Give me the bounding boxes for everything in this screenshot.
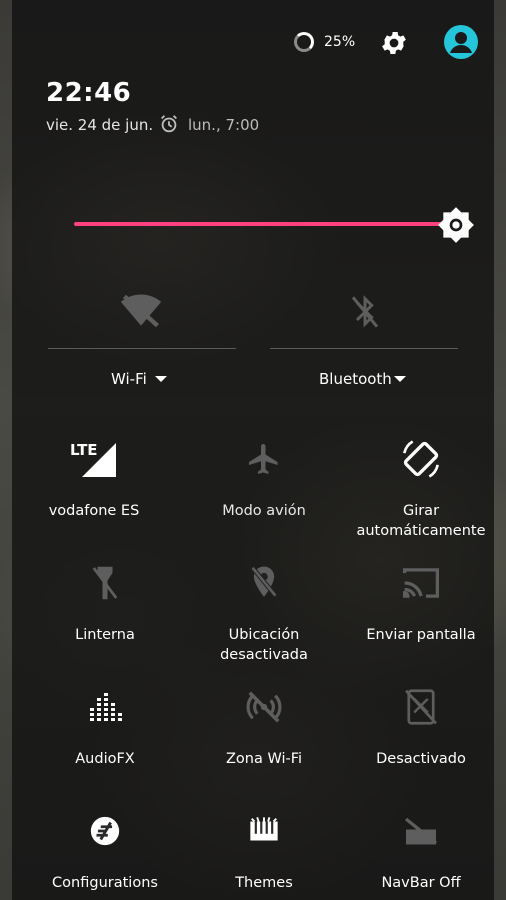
wifi-dropdown-chevron-icon[interactable] xyxy=(155,376,167,382)
flashlight-off-icon xyxy=(30,563,180,603)
brightness-slider-track[interactable] xyxy=(74,222,452,226)
lte-badge: LTE xyxy=(70,441,98,459)
tile-label: Girar automáticamente xyxy=(356,503,486,539)
battery-ring-icon xyxy=(294,32,314,52)
tile-flashlight[interactable]: Linterna xyxy=(30,563,180,645)
bluetooth-off-icon[interactable] xyxy=(349,292,381,336)
tile-label: NavBar Off xyxy=(381,875,461,891)
settings-gear-icon[interactable] xyxy=(379,28,409,62)
lte-signal-icon: LTE xyxy=(19,439,169,479)
themes-icon xyxy=(189,811,339,851)
tile-label: AudioFX xyxy=(75,751,135,767)
bluetooth-divider xyxy=(270,348,458,349)
tile-airplane-mode[interactable]: Modo avión xyxy=(189,439,339,521)
tile-configurations[interactable]: Configurations xyxy=(30,811,180,893)
tile-label: Configurations xyxy=(52,875,158,891)
date-text[interactable]: vie. 24 de jun. xyxy=(46,116,153,134)
next-alarm-text[interactable]: lun., 7:00 xyxy=(188,116,259,134)
tile-label: Ubicación desactivada xyxy=(220,627,308,663)
airplane-icon xyxy=(189,439,339,479)
clock-time[interactable]: 22:46 xyxy=(46,78,131,108)
auto-rotate-icon xyxy=(346,439,496,479)
tile-mobile-data[interactable]: LTE vodafone ES xyxy=(19,439,169,521)
tile-label: Zona Wi-Fi xyxy=(225,751,303,767)
brightness-thumb-icon[interactable] xyxy=(437,206,475,248)
tile-audiofx[interactable]: AudioFX xyxy=(30,687,180,769)
location-off-icon xyxy=(189,563,339,603)
tile-hotspot[interactable]: Zona Wi-Fi xyxy=(189,687,339,769)
tile-label: Linterna xyxy=(75,627,135,643)
hotspot-off-icon xyxy=(189,687,339,727)
cast-icon xyxy=(346,563,496,603)
bluetooth-label[interactable]: Bluetooth xyxy=(319,370,392,388)
equalizer-icon xyxy=(30,687,180,727)
tile-auto-rotate[interactable]: Girar automáticamente xyxy=(346,439,496,541)
tile-label: Modo avión xyxy=(222,503,306,519)
tile-navbar[interactable]: NavBar Off xyxy=(346,811,496,893)
tile-label: Enviar pantalla xyxy=(366,627,476,643)
tile-themes[interactable]: Themes xyxy=(189,811,339,893)
bluetooth-dropdown-chevron-icon[interactable] xyxy=(394,376,406,382)
tile-label: vodafone ES xyxy=(48,503,140,519)
configurations-icon xyxy=(30,811,180,851)
screen-off-icon xyxy=(346,687,496,727)
tile-label: Desactivado xyxy=(376,751,466,767)
quick-settings-panel: 25% 22:46 vie. 24 de jun. lun., 7:00 Wi-… xyxy=(12,0,494,900)
wifi-divider xyxy=(48,348,236,349)
wifi-off-icon[interactable] xyxy=(119,292,163,334)
tile-cast-screen[interactable]: Enviar pantalla xyxy=(346,563,496,645)
alarm-icon xyxy=(158,113,180,139)
tile-screen-off[interactable]: Desactivado xyxy=(346,687,496,769)
battery-percent: 25% xyxy=(324,34,356,50)
tile-location[interactable]: Ubicación desactivada xyxy=(189,563,339,665)
wifi-label[interactable]: Wi-Fi xyxy=(111,370,147,388)
navbar-off-icon xyxy=(346,811,496,851)
tile-label: Themes xyxy=(235,875,293,891)
user-avatar-icon[interactable] xyxy=(444,25,478,59)
